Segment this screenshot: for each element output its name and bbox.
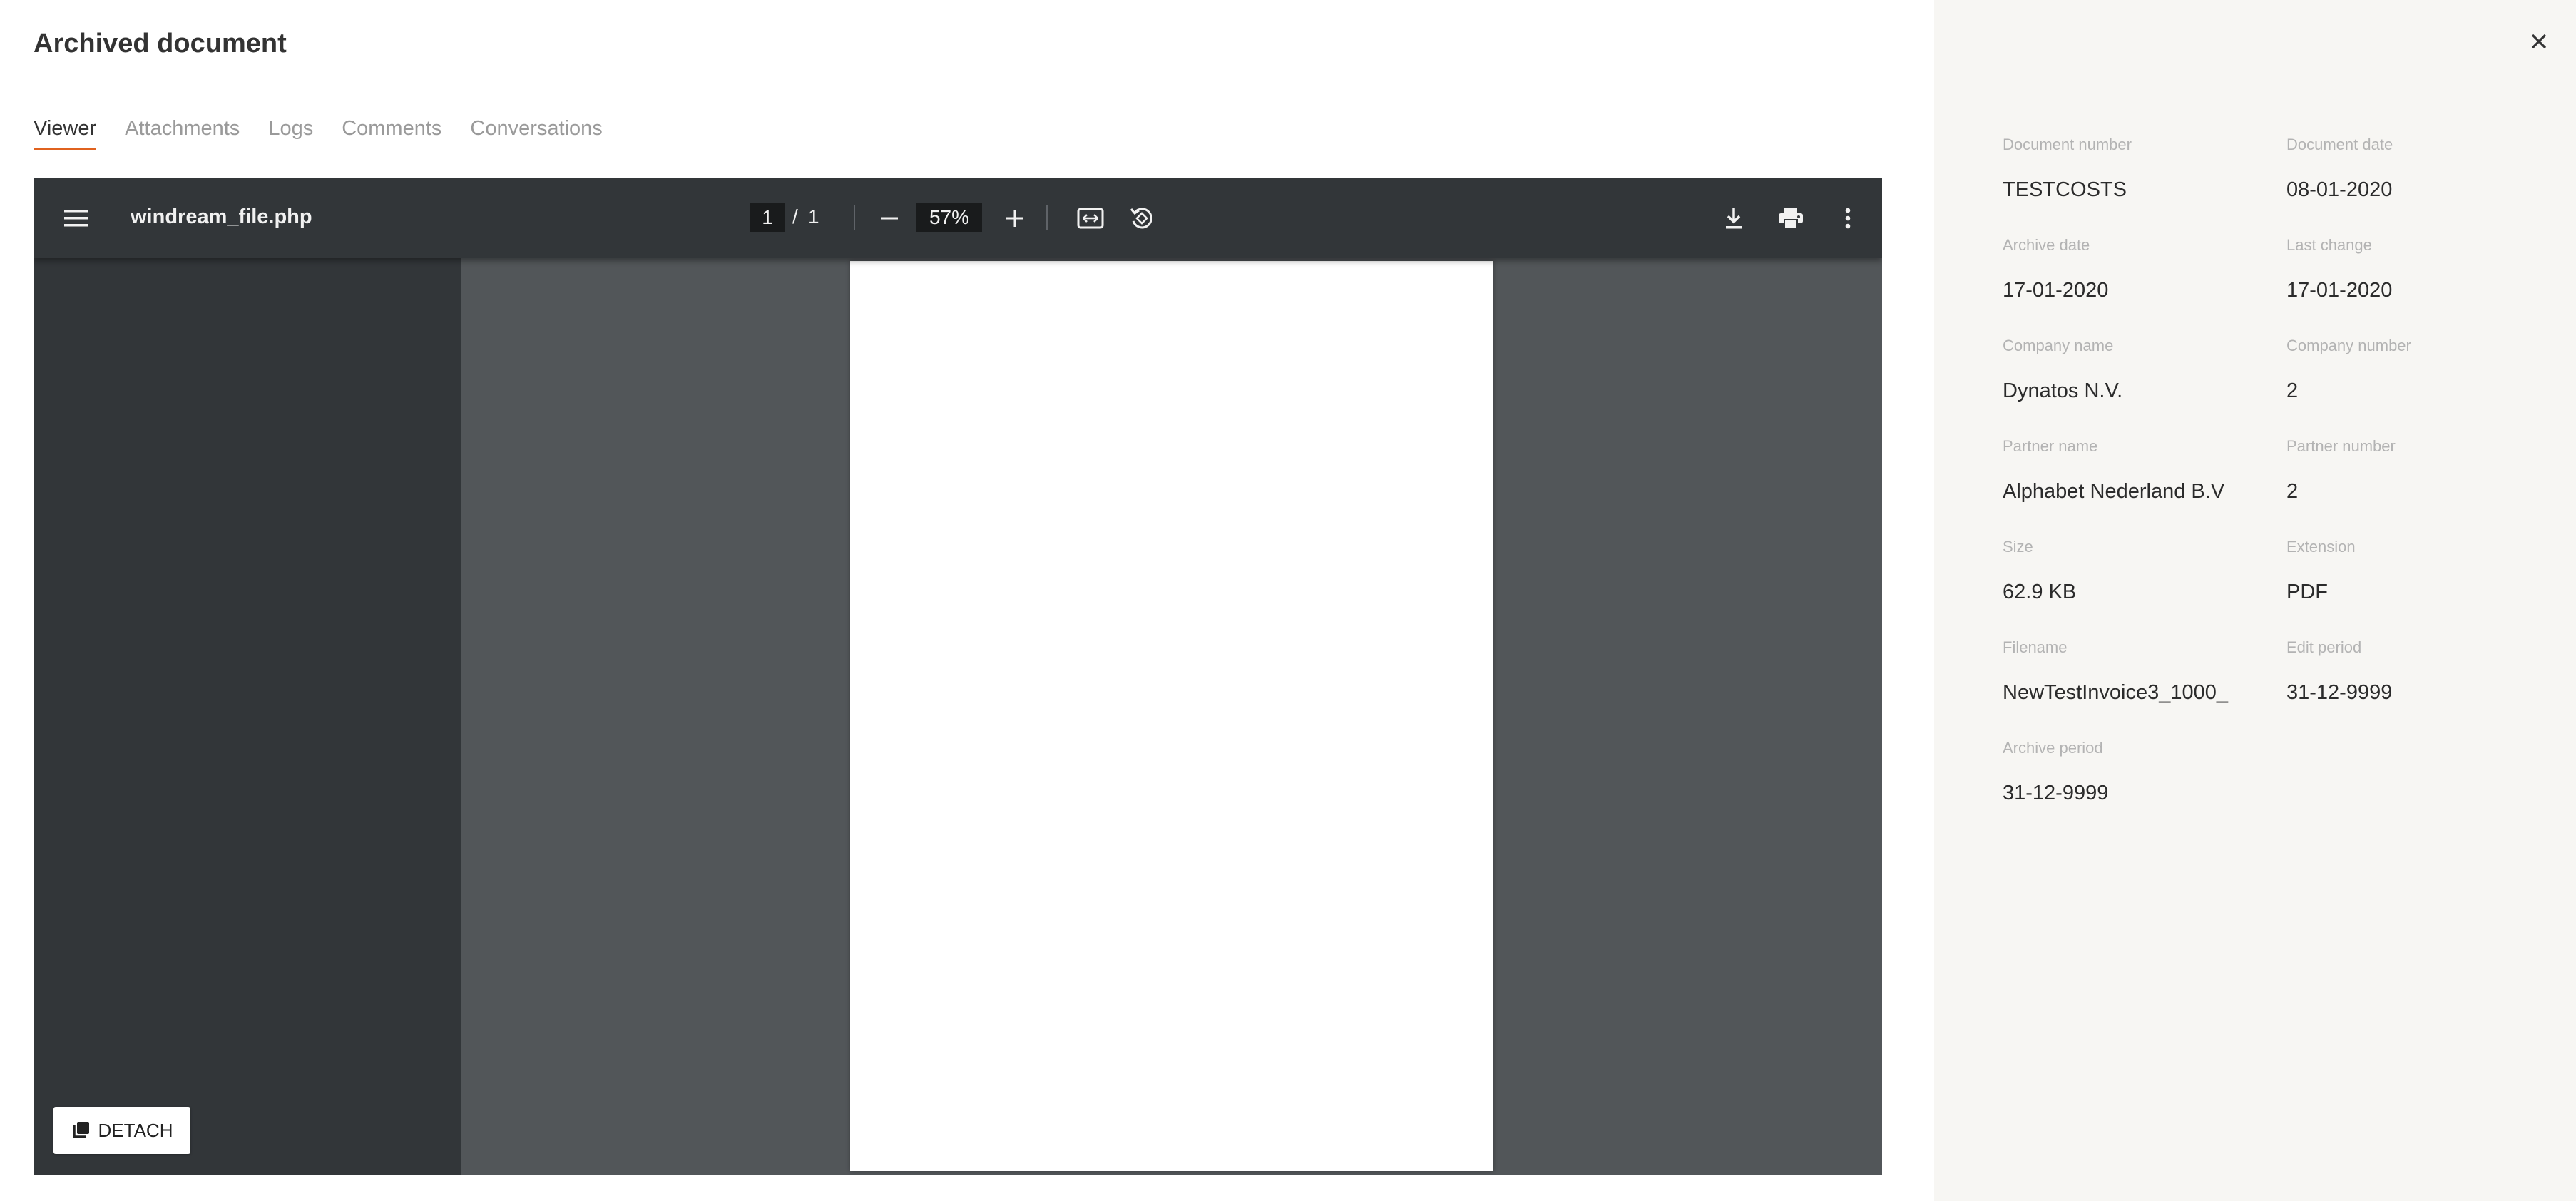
tab-attachments[interactable]: Attachments <box>125 117 240 150</box>
fit-page-icon[interactable] <box>1075 203 1106 234</box>
field-partner-number: Partner number 2 <box>2286 437 2557 504</box>
field-value: 31-12-9999 <box>2286 681 2393 704</box>
close-icon[interactable] <box>2526 29 2552 54</box>
field-document-number: Document number TESTCOSTS <box>2003 136 2274 202</box>
field-company-name: Company name Dynatos N.V. <box>2003 337 2274 403</box>
rotate-icon[interactable] <box>1126 203 1157 234</box>
field-label: Document number <box>2003 136 2132 153</box>
field-edit-period: Edit period 31-12-9999 <box>2286 638 2557 705</box>
tab-comments[interactable]: Comments <box>342 117 441 150</box>
pdf-toolbar: windream_file.php 1 / 1 57% <box>34 178 1882 258</box>
field-value: 2 <box>2286 379 2299 402</box>
page-total: 1 <box>808 205 819 228</box>
field-label: Company number <box>2286 337 2411 354</box>
field-label: Partner number <box>2286 437 2396 455</box>
page-number-input[interactable]: 1 <box>750 203 785 232</box>
field-value: Alphabet Nederland B.V <box>2003 480 2225 503</box>
tab-viewer[interactable]: Viewer <box>34 117 97 150</box>
field-value: PDF <box>2286 581 2328 603</box>
download-icon[interactable] <box>1718 203 1749 234</box>
field-label: Company name <box>2003 337 2114 354</box>
field-label: Extension <box>2286 538 2356 556</box>
field-document-date: Document date 08-01-2020 <box>2286 136 2557 202</box>
field-label: Filename <box>2003 638 2068 656</box>
zoom-in-icon[interactable] <box>999 203 1031 234</box>
field-label: Document date <box>2286 136 2393 153</box>
tab-logs[interactable]: Logs <box>268 117 313 150</box>
document-details-panel: Document number TESTCOSTS Document date … <box>1934 0 2576 1201</box>
field-label: Edit period <box>2286 638 2362 656</box>
field-archive-date: Archive date 17-01-2020 <box>2003 236 2274 302</box>
field-value: 31-12-9999 <box>2003 782 2109 804</box>
field-extension: Extension PDF <box>2286 538 2557 604</box>
field-company-number: Company number 2 <box>2286 337 2557 403</box>
field-value: 62.9 KB <box>2003 581 2077 603</box>
field-label: Archive date <box>2003 236 2090 254</box>
field-archive-period: Archive period 31-12-9999 <box>2003 739 2274 805</box>
thumbnail-sidebar <box>34 258 461 1175</box>
tab-conversations[interactable]: Conversations <box>470 117 602 150</box>
field-label: Partner name <box>2003 437 2098 455</box>
detach-button[interactable]: DETACH <box>53 1107 190 1154</box>
more-vert-icon[interactable] <box>1832 203 1864 234</box>
pdf-filename: windream_file.php <box>131 205 312 228</box>
field-label: Archive period <box>2003 739 2103 757</box>
field-partner-name: Partner name Alphabet Nederland B.V <box>2003 437 2274 504</box>
main-panel: Archived document Viewer Attachments Log… <box>0 0 1934 1201</box>
field-value: TESTCOSTS <box>2003 178 2127 201</box>
detach-icon <box>71 1121 90 1140</box>
field-label: Last change <box>2286 236 2372 254</box>
pdf-viewer: windream_file.php 1 / 1 57% DETACH <box>34 178 1882 1175</box>
menu-icon[interactable] <box>62 204 91 232</box>
tab-bar: Viewer Attachments Logs Comments Convers… <box>34 117 603 150</box>
field-value: Dynatos N.V. <box>2003 379 2123 402</box>
detach-label: DETACH <box>98 1119 173 1141</box>
pdf-page <box>850 261 1493 1171</box>
print-icon[interactable] <box>1775 203 1806 234</box>
field-label: Size <box>2003 538 2033 556</box>
field-value: 2 <box>2286 480 2299 503</box>
field-size: Size 62.9 KB <box>2003 538 2274 604</box>
field-value: 17-01-2020 <box>2286 279 2393 302</box>
toolbar-divider <box>1046 205 1048 230</box>
page-title: Archived document <box>34 29 287 58</box>
field-value: NewTestInvoice3_1000_ <box>2003 681 2228 704</box>
field-last-change: Last change 17-01-2020 <box>2286 236 2557 302</box>
zoom-out-icon[interactable] <box>874 203 905 234</box>
field-filename: Filename NewTestInvoice3_1000_ <box>2003 638 2259 705</box>
field-value: 17-01-2020 <box>2003 279 2109 302</box>
field-value: 08-01-2020 <box>2286 178 2393 201</box>
toolbar-divider <box>854 205 855 230</box>
page-separator: / <box>792 205 798 228</box>
zoom-level-input[interactable]: 57% <box>916 203 982 232</box>
